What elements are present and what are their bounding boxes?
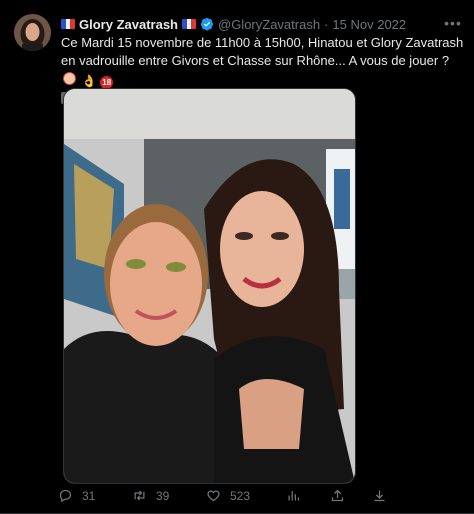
verified-badge-icon xyxy=(200,17,214,31)
download-button[interactable] xyxy=(372,488,396,503)
download-icon xyxy=(374,490,385,502)
tweet-body: Ce Mardi 15 novembre de 11h00 à 15h00, H… xyxy=(61,35,464,68)
selfie-photo-image xyxy=(64,89,355,483)
tweet-photo[interactable] xyxy=(63,88,356,484)
action-bar: 31 39 523 xyxy=(58,488,458,508)
retweet-button[interactable]: 39 xyxy=(132,488,169,503)
author-display-name[interactable]: Glory Zavatrash xyxy=(79,17,178,32)
france-flag-icon xyxy=(61,19,75,29)
retweet-icon xyxy=(134,490,145,501)
retweet-count: 39 xyxy=(156,488,170,503)
author-handle[interactable]: @GloryZavatrash xyxy=(218,17,320,32)
share-button[interactable] xyxy=(330,488,354,503)
separator-dot: · xyxy=(324,16,329,32)
reply-icon xyxy=(59,489,72,503)
analytics-icon xyxy=(288,491,300,501)
avatar[interactable] xyxy=(14,14,51,51)
heart-icon xyxy=(207,490,220,502)
tweet-date[interactable]: 15 Nov 2022 xyxy=(332,17,406,32)
clown-face-icon xyxy=(63,72,76,85)
avatar-image xyxy=(14,14,51,51)
tweet-header: Glory Zavatrash @GloryZavatrash · 15 Nov… xyxy=(61,14,440,34)
reply-count: 31 xyxy=(82,488,96,503)
ok-hand-icon: 👌 xyxy=(81,74,97,88)
like-button[interactable]: 523 xyxy=(206,488,250,503)
more-options-icon[interactable]: ••• xyxy=(442,14,464,32)
views-button[interactable] xyxy=(286,488,310,503)
like-count: 523 xyxy=(230,488,251,503)
reply-button[interactable]: 31 xyxy=(58,488,95,503)
tweet[interactable]: Glory Zavatrash @GloryZavatrash · 15 Nov… xyxy=(0,0,474,514)
share-icon xyxy=(331,489,344,502)
france-flag-icon xyxy=(182,19,196,29)
